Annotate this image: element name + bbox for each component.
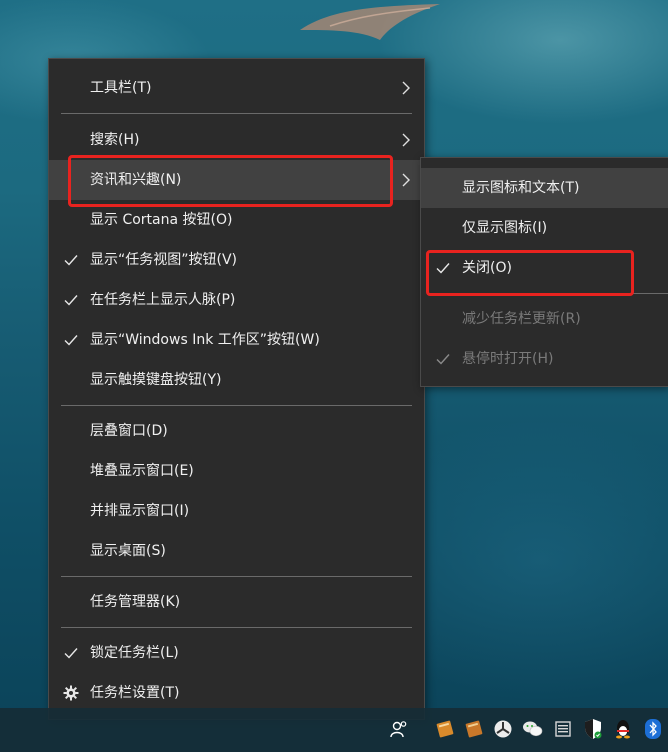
menu-item-label: 工具栏(T) — [90, 80, 152, 96]
chevron-right-icon — [402, 133, 410, 147]
menu-item-task-manager[interactable]: 任务管理器(K) — [49, 582, 424, 622]
submenu-item-label: 悬停时打开(H) — [462, 351, 554, 367]
menu-item-label: 显示“Windows Ink 工作区”按钮(W) — [90, 332, 320, 348]
menu-item-show-people[interactable]: 在任务栏上显示人脉(P) — [49, 280, 424, 320]
menu-item-show-task-view[interactable]: 显示“任务视图”按钮(V) — [49, 240, 424, 280]
menu-item-cascade-windows[interactable]: 层叠窗口(D) — [49, 411, 424, 451]
menu-item-toolbars[interactable]: 工具栏(T) — [49, 68, 424, 108]
menu-item-label: 显示桌面(S) — [90, 543, 166, 559]
menu-item-label: 搜索(H) — [90, 132, 140, 148]
menu-item-label: 任务管理器(K) — [90, 594, 181, 610]
wallpaper-fish-tail — [300, 4, 440, 40]
gear-icon — [61, 673, 81, 713]
chevron-right-icon — [402, 173, 410, 187]
people-icon[interactable] — [388, 718, 410, 740]
menu-item-label: 显示触摸键盘按钮(Y) — [90, 372, 222, 388]
submenu-item-open-on-hover: 悬停时打开(H) — [421, 339, 668, 379]
book-icon[interactable] — [463, 718, 485, 740]
checkmark-icon — [433, 339, 453, 379]
menu-item-label: 并排显示窗口(I) — [90, 503, 190, 519]
shield-icon[interactable] — [582, 718, 604, 740]
bluetooth-icon[interactable] — [642, 718, 664, 740]
menu-item-label: 层叠窗口(D) — [90, 423, 168, 439]
chevron-right-icon — [402, 81, 410, 95]
menu-item-show-touch-keyboard[interactable]: 显示触摸键盘按钮(Y) — [49, 360, 424, 400]
checkmark-icon — [61, 633, 81, 673]
book-icon[interactable] — [434, 718, 456, 740]
menu-separator — [61, 627, 412, 628]
menu-item-label: 显示“任务视图”按钮(V) — [90, 252, 238, 268]
menu-item-label: 在任务栏上显示人脉(P) — [90, 292, 236, 308]
submenu-item-label: 显示图标和文本(T) — [462, 180, 580, 196]
checkmark-icon — [61, 240, 81, 280]
menu-item-lock-taskbar[interactable]: 锁定任务栏(L) — [49, 633, 424, 673]
menu-separator — [61, 576, 412, 577]
menu-item-stack-windows[interactable]: 堆叠显示窗口(E) — [49, 451, 424, 491]
submenu-item-show-icon-only[interactable]: 仅显示图标(I) — [421, 208, 668, 248]
highlight-box-turn-off — [426, 250, 634, 296]
menu-separator — [61, 405, 412, 406]
menu-item-label: 显示 Cortana 按钮(O) — [90, 212, 233, 228]
checkmark-icon — [61, 280, 81, 320]
submenu-item-label: 仅显示图标(I) — [462, 220, 548, 236]
menu-item-label: 任务栏设置(T) — [90, 685, 180, 701]
window-icon[interactable] — [552, 718, 574, 740]
menu-item-label: 堆叠显示窗口(E) — [90, 463, 194, 479]
wechat-icon[interactable] — [522, 718, 544, 740]
qq-icon[interactable] — [612, 718, 634, 740]
menu-item-label: 锁定任务栏(L) — [90, 645, 179, 661]
checkmark-icon — [61, 320, 81, 360]
menu-item-side-by-side-windows[interactable]: 并排显示窗口(I) — [49, 491, 424, 531]
menu-item-search[interactable]: 搜索(H) — [49, 120, 424, 160]
submenu-item-label: 减少任务栏更新(R) — [462, 311, 581, 327]
submenu-item-show-icon-and-text[interactable]: 显示图标和文本(T) — [421, 168, 668, 208]
menu-item-show-desktop[interactable]: 显示桌面(S) — [49, 531, 424, 571]
game-icon[interactable] — [492, 718, 514, 740]
submenu-item-reduce-taskbar-updates: 减少任务栏更新(R) — [421, 299, 668, 339]
menu-item-taskbar-settings[interactable]: 任务栏设置(T) — [49, 673, 424, 713]
highlight-box-news-and-interests — [68, 155, 393, 207]
menu-item-show-windows-ink[interactable]: 显示“Windows Ink 工作区”按钮(W) — [49, 320, 424, 360]
menu-separator — [61, 113, 412, 114]
